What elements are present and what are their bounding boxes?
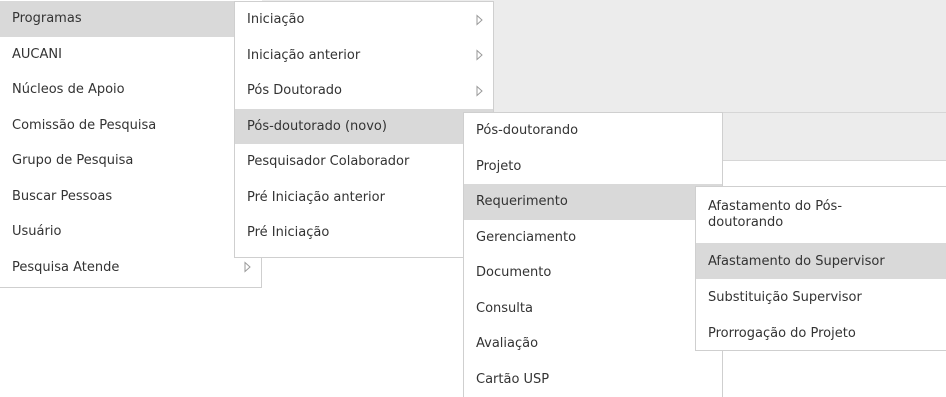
menu-item-label: Iniciação anterior: [247, 47, 361, 63]
menu-item-programas[interactable]: Programas: [0, 1, 261, 37]
menu-item-label: Buscar Pessoas: [12, 188, 113, 204]
programas-submenu: Iniciação Iniciação anterior Pós Doutora…: [234, 1, 494, 258]
menu-item-buscar-pessoas[interactable]: Buscar Pessoas: [0, 179, 261, 215]
menu-item-label: Avaliação: [476, 336, 539, 352]
menu-item-consulta[interactable]: Consulta: [464, 291, 722, 327]
menu-item-pre-iniciacao[interactable]: Pré Iniciação: [235, 215, 493, 251]
main-menu: Programas AUCANI Núcleos de Apoio Comiss…: [0, 1, 262, 288]
menu-item-label: Iniciação: [247, 12, 305, 28]
menu-item-label: Pós Doutorado: [247, 83, 343, 99]
menu-item-aucani[interactable]: AUCANI: [0, 37, 261, 73]
menu-item-pesquisa-atende[interactable]: Pesquisa Atende: [0, 250, 261, 286]
menu-item-grupo-de-pesquisa[interactable]: Grupo de Pesquisa: [0, 143, 261, 179]
menu-item-label: Pós-doutorado (novo): [247, 118, 387, 134]
pos-doutorado-novo-submenu: Pós-doutorando Projeto Requerimento Gere…: [463, 112, 723, 397]
menu-item-substituicao-supervisor[interactable]: Substituição Supervisor: [696, 279, 946, 315]
menu-item-cartao-usp[interactable]: Cartão USP: [464, 362, 722, 397]
menu-item-label: Consulta: [476, 300, 533, 316]
submenu-arrow-icon: [476, 85, 483, 97]
menu-item-label: Afastamento do Pós-doutorando: [708, 199, 843, 230]
menu-item-label: Afastamento do Supervisor: [708, 253, 885, 269]
menu-item-afastamento-pos-doutorando[interactable]: Afastamento do Pós-doutorando: [696, 187, 946, 243]
menu-item-usuario[interactable]: Usuário: [0, 214, 261, 250]
menu-item-avaliacao[interactable]: Avaliação: [464, 326, 722, 362]
menu-item-label: Comissão de Pesquisa: [12, 117, 157, 133]
menu-item-label: Substituição Supervisor: [708, 289, 862, 305]
menu-item-label: Pesquisa Atende: [12, 259, 120, 275]
menu-item-afastamento-supervisor[interactable]: Afastamento do Supervisor: [696, 243, 946, 279]
menu-item-nucleos-de-apoio[interactable]: Núcleos de Apoio: [0, 72, 261, 108]
menu-item-projeto[interactable]: Projeto: [464, 149, 722, 185]
menu-item-documento[interactable]: Documento: [464, 255, 722, 291]
menu-item-label: Pré Iniciação: [247, 225, 330, 241]
menu-item-label: Pesquisador Colaborador: [247, 154, 410, 170]
submenu-arrow-icon: [476, 14, 483, 26]
menu-item-label: Usuário: [12, 224, 62, 240]
menu-item-pos-doutorado[interactable]: Pós Doutorado: [235, 73, 493, 109]
menu-item-pre-iniciacao-anterior[interactable]: Pré Iniciação anterior: [235, 180, 493, 216]
menu-item-label: Documento: [476, 265, 552, 281]
menu-item-label: Grupo de Pesquisa: [12, 153, 134, 169]
menu-item-label: Pós-doutorando: [476, 123, 579, 139]
menu-item-iniciacao[interactable]: Iniciação: [235, 2, 493, 38]
background-subheader-strip: [723, 112, 946, 161]
menu-item-label: Núcleos de Apoio: [12, 82, 125, 98]
menu-item-pesquisador-colaborador[interactable]: Pesquisador Colaborador: [235, 144, 493, 180]
submenu-arrow-icon: [476, 49, 483, 61]
menu-item-label: AUCANI: [12, 46, 62, 62]
menu-item-requerimento[interactable]: Requerimento: [464, 184, 722, 220]
menu-item-prorrogacao-projeto[interactable]: Prorrogação do Projeto: [696, 315, 946, 351]
menu-item-label: Requerimento: [476, 194, 568, 210]
menu-item-label: Prorrogação do Projeto: [708, 325, 856, 341]
menu-item-label: Pré Iniciação anterior: [247, 189, 385, 205]
menu-item-label: Gerenciamento: [476, 229, 577, 245]
menu-item-pos-doutorando[interactable]: Pós-doutorando: [464, 113, 722, 149]
menu-item-iniciacao-anterior[interactable]: Iniciação anterior: [235, 38, 493, 74]
menu-item-comissao-de-pesquisa[interactable]: Comissão de Pesquisa: [0, 108, 261, 144]
requerimento-submenu: Afastamento do Pós-doutorando Afastament…: [695, 186, 946, 351]
menu-item-gerenciamento[interactable]: Gerenciamento: [464, 220, 722, 256]
menu-item-label: Cartão USP: [476, 371, 550, 387]
menu-item-pos-doutorado-novo[interactable]: Pós-doutorado (novo): [235, 108, 493, 144]
menu-item-label: Projeto: [476, 158, 522, 174]
submenu-arrow-icon: [244, 261, 251, 273]
menu-item-label: Programas: [12, 11, 82, 27]
